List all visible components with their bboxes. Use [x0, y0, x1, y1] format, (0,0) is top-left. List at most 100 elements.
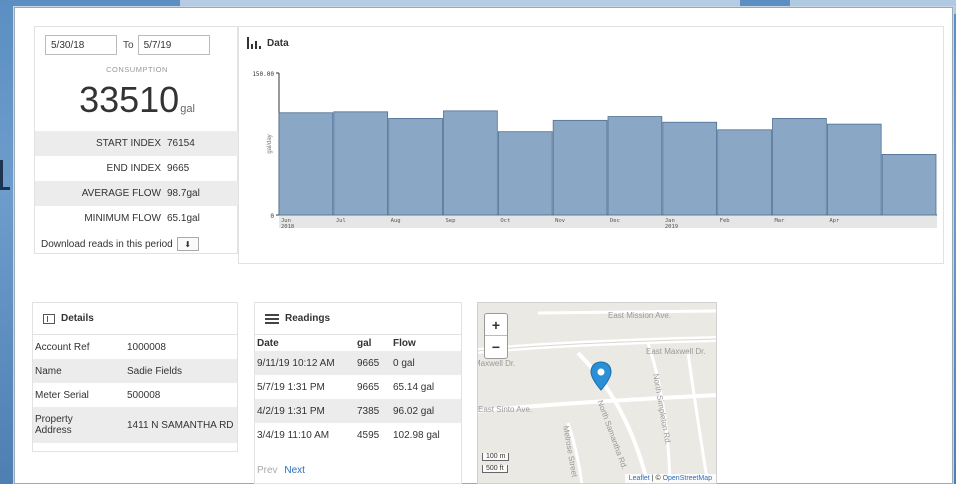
x-tick-label: Mar — [775, 218, 786, 224]
year-label: 2018 — [281, 224, 294, 230]
x-tick-label: Apr — [829, 218, 840, 224]
consumption-bar-chart: 150.000gal/dayJun Jul Aug Sep Oct Nov Dec Jan Fe… — [252, 71, 937, 230]
reading-gal: 4595 — [357, 429, 380, 441]
stat-value: 76154 — [167, 138, 195, 149]
bar-aug — [388, 118, 443, 216]
download-row: Download reads in this period ⬇ — [35, 233, 239, 255]
column-header-gal: gal — [357, 337, 372, 349]
readings-table: Date gal Flow 9/11/19 10:12 AM 9665 0 ga… — [255, 335, 461, 447]
start-date-input[interactable] — [45, 35, 117, 55]
stat-value: 98.7gal — [167, 188, 200, 199]
detail-label: Account Ref — [35, 341, 90, 353]
download-button[interactable]: ⬇ — [176, 237, 199, 251]
detail-row-meter-serial: Meter Serial 500008 — [33, 383, 237, 407]
reading-date: 9/11/19 10:12 AM — [255, 351, 355, 375]
reading-gal: 9665 — [357, 381, 380, 393]
next-link[interactable]: Next — [284, 465, 305, 476]
stat-value: 65.1gal — [167, 213, 200, 224]
scale-feet: 500 ft — [482, 465, 508, 473]
attribution-separator: | © — [649, 475, 663, 482]
detail-label: Property Address — [35, 414, 73, 436]
detail-value: 1000008 — [127, 341, 166, 353]
end-date-input[interactable] — [137, 35, 210, 55]
stat-minimum-flow: MINIMUM FLOW 65.1gal — [35, 206, 239, 231]
x-tick-label: Jul — [336, 218, 346, 224]
leaflet-link[interactable]: Leaflet — [629, 475, 650, 482]
bar-may — [881, 154, 937, 216]
stat-value: 9665 — [167, 163, 190, 174]
zoom-out-button[interactable]: − — [485, 336, 507, 358]
detail-row-account-ref: Account Ref 1000008 — [33, 335, 237, 359]
readings-pager: Prev Next — [257, 465, 305, 476]
reading-date: 4/2/19 1:31 PM — [255, 399, 355, 423]
bar-jun — [278, 112, 334, 216]
stat-end-index: END INDEX 9665 — [35, 156, 239, 181]
bar-sep — [443, 110, 498, 216]
date-to-label: To — [123, 39, 134, 51]
detail-row-property-address: Property Address 1411 N SAMANTHA RD — [33, 407, 237, 443]
table-row: 9/11/19 10:12 AM 9665 0 gal — [255, 351, 461, 375]
reading-gal: 9665 — [355, 351, 391, 375]
readings-card: Readings Date gal Flow 9/11/19 10:12 AM … — [254, 302, 462, 484]
reading-flow: 102.98 gal — [393, 429, 440, 441]
consumption-value: 33510 — [79, 79, 180, 120]
data-chart-card: Data 150.00 0 gal/day Jun Jul Aug Sep Oct Nov Dec… — [238, 26, 944, 264]
x-tick-label: Aug — [391, 218, 401, 224]
readings-header-row: Date gal Flow — [255, 335, 461, 351]
readings-header: Readings — [255, 303, 461, 335]
details-title: Details — [61, 313, 94, 324]
x-tick-label: Sep — [446, 218, 456, 224]
background-glyph — [0, 160, 10, 190]
osm-link[interactable]: OpenStreetMap — [663, 475, 712, 482]
stat-label: MINIMUM FLOW — [84, 213, 161, 224]
consumption-card: To CONSUMPTION 33510gal START INDEX 7615… — [34, 26, 239, 255]
readings-title: Readings — [285, 313, 331, 324]
map-card[interactable]: East Mission Ave. East Maxwell Dr. Maxwe… — [477, 302, 717, 484]
column-header-flow: Flow — [393, 337, 416, 349]
x-tick-label: Feb — [720, 218, 730, 224]
stat-label: AVERAGE FLOW — [81, 188, 161, 199]
detail-row-name: Name Sadie Fields — [33, 359, 237, 383]
map-label-east-sinto: East Sinto Ave. — [478, 405, 533, 414]
stat-average-flow: AVERAGE FLOW 98.7gal — [35, 181, 239, 206]
bar-jul — [333, 111, 389, 216]
download-icon: ⬇ — [184, 239, 192, 249]
details-card: Details Account Ref 1000008 Name Sadie F… — [32, 302, 238, 452]
bar-mar — [772, 118, 827, 216]
y-tick-label: 150.00 — [252, 71, 274, 78]
list-icon — [265, 313, 279, 324]
prev-link[interactable]: Prev — [257, 465, 278, 476]
bar-feb — [717, 129, 772, 216]
table-row: 5/7/19 1:31 PM 9665 65.14 gal — [255, 375, 461, 399]
date-range: To — [45, 35, 210, 55]
reading-gal: 7385 — [355, 399, 391, 423]
x-tick-label: Oct — [500, 218, 510, 224]
detail-value: 500008 — [127, 389, 161, 401]
stat-label: START INDEX — [95, 138, 161, 149]
y-tick-label: 0 — [270, 213, 274, 220]
detail-value: 1411 N SAMANTHA RD — [127, 419, 234, 431]
x-tick-label: Nov — [555, 218, 566, 224]
stat-label: END INDEX — [106, 163, 161, 174]
chart-header: Data — [247, 37, 289, 49]
bar-oct — [497, 131, 553, 216]
bar-jan — [662, 121, 718, 216]
reading-flow: 0 gal — [391, 351, 461, 375]
year-label: 2019 — [665, 224, 678, 230]
zoom-control: + − — [484, 313, 508, 359]
bar-nov — [552, 119, 608, 216]
reading-flow: 96.02 gal — [391, 399, 461, 423]
map-label-maxwell: Maxwell Dr. — [477, 359, 516, 368]
detail-label: Name — [35, 365, 62, 377]
location-marker-icon[interactable] — [590, 361, 612, 391]
column-header-date: Date — [257, 337, 279, 349]
stat-start-index: START INDEX 76154 — [35, 131, 239, 156]
consumption-total: 33510gal — [35, 79, 239, 121]
details-header: Details — [33, 303, 237, 335]
detail-value: Sadie Fields — [127, 365, 183, 377]
zoom-in-button[interactable]: + — [485, 314, 507, 336]
reading-flow: 65.14 gal — [393, 381, 435, 393]
chart-title: Data — [267, 37, 289, 49]
reading-date: 3/4/19 11:10 AM — [257, 429, 330, 441]
detail-label: Meter Serial — [35, 389, 89, 401]
